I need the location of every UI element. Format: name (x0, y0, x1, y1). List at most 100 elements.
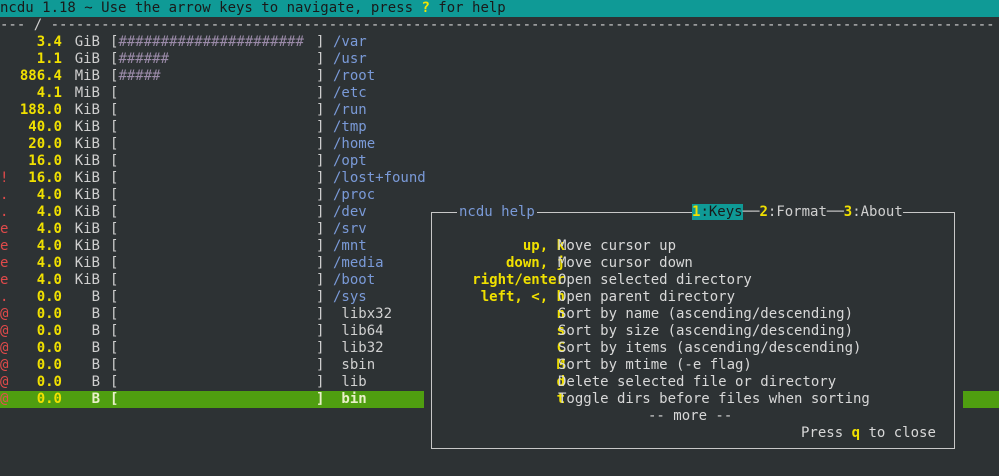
tab-about[interactable]: 3:About (844, 204, 903, 220)
tab-keys[interactable]: 1:Keys (692, 204, 743, 220)
entry-unit: GiB (74, 51, 100, 67)
entry-unit: B (91, 391, 100, 407)
help-key-description: Sort by mtime (-e flag) (558, 357, 752, 373)
entry-name: lib32 (333, 340, 384, 356)
file-list-row[interactable]: 188.0 KiB [] /run (0, 102, 999, 119)
help-key-row: down, j Move cursor down (426, 255, 960, 272)
entry-unit: B (91, 340, 100, 356)
entry-size: 4.0 (36, 238, 62, 254)
help-key-description: Open parent directory (558, 289, 736, 305)
entry-size: 4.0 (36, 221, 62, 237)
file-list-row[interactable]: 3.4 GiB [######################] /var (0, 34, 999, 51)
entry-unit: MiB (74, 85, 100, 101)
entry-name: /tmp (333, 119, 367, 135)
file-list-row[interactable]: 16.0 KiB [] /opt (0, 153, 999, 170)
title-text-pre: ncdu 1.18 ~ Use the arrow keys to naviga… (0, 0, 422, 16)
entry-name: /root (333, 68, 376, 84)
entry-usage-bar: [] (110, 272, 325, 288)
tab-label: :About (852, 204, 903, 220)
usage-bar-fill: ##### (118, 68, 161, 84)
file-list-row[interactable]: 20.0 KiB [] /home (0, 136, 999, 153)
entry-name: /srv (333, 221, 367, 237)
entry-size: 4.0 (36, 204, 62, 220)
entry-size: 0.0 (36, 357, 62, 373)
help-key-row: right/enter Open selected directory (426, 272, 960, 289)
help-key-row: left, <, h Open parent directory (426, 289, 960, 306)
entry-usage-bar: [] (110, 204, 325, 220)
help-key-description: Delete selected file or directory (558, 374, 837, 390)
file-list-row[interactable]: 886.4 MiB [#####] /root (0, 68, 999, 85)
entry-name: /media (333, 255, 384, 271)
entry-unit: KiB (74, 187, 100, 203)
entry-unit: KiB (74, 238, 100, 254)
file-list-row[interactable]: 4.1 MiB [] /etc (0, 85, 999, 102)
file-list-row[interactable]: 40.0 KiB [] /tmp (0, 119, 999, 136)
help-key-row: d Delete selected file or directory (426, 374, 960, 391)
entry-usage-bar: [] (110, 323, 325, 339)
help-more-indicator: -- more -- (648, 408, 733, 424)
entry-usage-bar: [] (110, 238, 325, 254)
tab-label: :Format (767, 204, 827, 220)
entry-unit: B (91, 323, 100, 339)
entry-name: bin (333, 391, 367, 407)
entry-name: /home (333, 136, 376, 152)
entry-size: 4.0 (36, 272, 62, 288)
entry-unit: B (91, 306, 100, 322)
file-list-row[interactable]: 1.1 GiB [######] /usr (0, 51, 999, 68)
entry-name: lib64 (333, 323, 384, 339)
close-hint-post: to close (860, 425, 936, 441)
entry-size: 0.0 (36, 289, 62, 305)
entry-size: 0.0 (36, 340, 62, 356)
entry-name: /opt (333, 153, 367, 169)
help-key-row: M Sort by mtime (-e flag) (426, 357, 960, 374)
path-bar: --- / ----------------------------------… (0, 17, 999, 34)
file-list-row-selected[interactable]: @0.0 B[] bin (0, 391, 424, 408)
entry-name: /usr (333, 51, 367, 67)
help-key-description: Open selected directory (558, 272, 752, 288)
tab-format[interactable]: 2:Format (759, 204, 826, 220)
title-text-post: for help (429, 0, 506, 16)
entry-name: /run (333, 102, 367, 118)
entry-size: 1.1 (36, 51, 62, 67)
help-key-row: up, k Move cursor up (426, 238, 960, 255)
entry-size: 188.0 (19, 102, 62, 118)
entry-usage-bar: [] (110, 357, 325, 373)
entry-usage-bar: [] (110, 170, 325, 186)
entry-unit: KiB (74, 170, 100, 186)
entry-usage-bar: [] (110, 119, 325, 135)
selected-row-highlight-right (963, 391, 999, 408)
path-bar-lead: --- (0, 17, 34, 33)
file-list-row[interactable]: . 4.0 KiB[]/proc (0, 187, 999, 204)
usage-bar-fill: ###################### (118, 34, 304, 50)
entry-unit: B (91, 357, 100, 373)
entry-usage-bar: [] (110, 102, 325, 118)
entry-unit: KiB (74, 272, 100, 288)
entry-size: 0.0 (36, 391, 62, 407)
entry-name: lib (333, 374, 367, 390)
entry-usage-bar: [] (110, 187, 325, 203)
close-key: q (851, 425, 861, 441)
tab-label: :Keys (700, 204, 743, 220)
entry-usage-bar: [] (110, 374, 325, 390)
entry-usage-bar: [] (110, 391, 325, 407)
entry-unit: KiB (74, 102, 100, 118)
help-dialog: ncdu help 1:Keys──2:Format──3:About up, … (426, 204, 960, 450)
help-key-description: Sort by items (ascending/descending) (558, 340, 862, 356)
help-key-row: t Toggle dirs before files when sorting (426, 391, 960, 408)
entry-unit: KiB (74, 204, 100, 220)
entry-usage-bar: [] (110, 153, 325, 169)
entry-unit: KiB (74, 221, 100, 237)
entry-name: /var (333, 34, 367, 50)
help-key-hint: ? (421, 0, 430, 16)
path-bar-dashes: ----------------------------------------… (42, 17, 995, 33)
entry-size: 0.0 (36, 323, 62, 339)
help-key-description: Sort by name (ascending/descending) (558, 306, 854, 322)
file-list-row[interactable]: ! 16.0 KiB[]/lost+found (0, 170, 999, 187)
help-key-description: Move cursor up (558, 238, 677, 254)
entry-name: /proc (333, 187, 376, 203)
entry-usage-bar: [] (110, 221, 325, 237)
entry-unit: KiB (74, 119, 100, 135)
entry-usage-bar: [] (110, 85, 325, 101)
help-key-row: C Sort by items (ascending/descending) (426, 340, 960, 357)
entry-name: /etc (333, 85, 367, 101)
